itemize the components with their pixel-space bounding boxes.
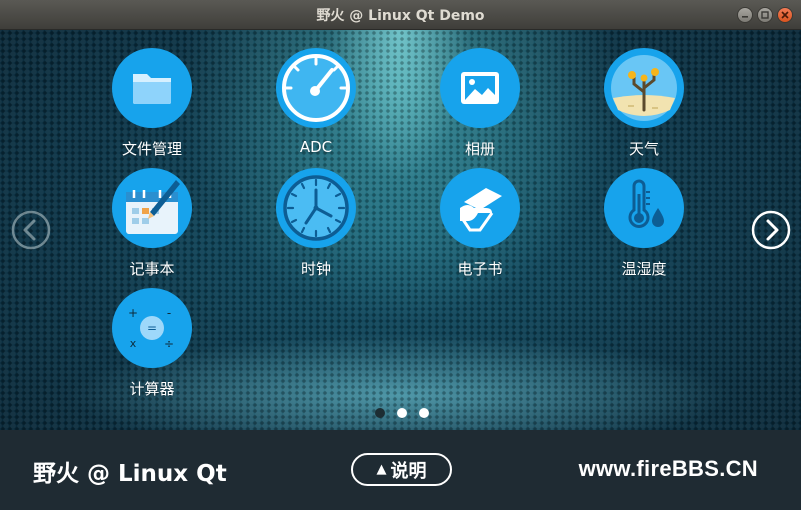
- app-tile-temperature-humidity[interactable]: 温湿度: [584, 168, 704, 279]
- app-tile-notepad[interactable]: 记事本: [92, 168, 212, 279]
- help-button-label: 说明: [390, 460, 427, 482]
- window-controls: [737, 7, 793, 23]
- maximize-icon: [761, 11, 769, 19]
- app-tile-file-manager[interactable]: 文件管理: [92, 48, 212, 159]
- page-dot-3[interactable]: [419, 408, 429, 418]
- app-label: 记事本: [129, 260, 175, 278]
- footer-brand-text: 野火 @ Linux Qt: [33, 461, 227, 487]
- ebook-icon: [440, 168, 520, 248]
- svg-text:-: -: [167, 306, 171, 320]
- app-label: 文件管理: [121, 140, 182, 158]
- photo-icon: [440, 48, 520, 128]
- app-label: 温湿度: [621, 260, 667, 278]
- clock-icon: [276, 168, 356, 248]
- app-label: 时钟: [300, 260, 331, 278]
- notepad-icon: [112, 168, 192, 248]
- app-tile-adc[interactable]: ADC: [256, 48, 376, 156]
- app-tile-weather[interactable]: 天气: [584, 48, 704, 159]
- svg-text:+: +: [128, 306, 138, 320]
- app-label: 计算器: [129, 380, 175, 398]
- close-button[interactable]: [777, 7, 793, 23]
- svg-text:x: x: [130, 337, 137, 350]
- app-label: 电子书: [457, 260, 503, 278]
- svg-text:=: =: [147, 321, 157, 335]
- gauge-icon: [276, 48, 356, 128]
- app-label: 天气: [628, 140, 659, 158]
- page-dot-1[interactable]: [375, 408, 385, 418]
- next-page-arrow-icon[interactable]: [751, 210, 791, 250]
- app-tile-calculator[interactable]: = + - x ÷ 计算器: [92, 288, 212, 399]
- svg-text:÷: ÷: [164, 337, 174, 351]
- weather-icon: [604, 48, 684, 128]
- folder-icon: [112, 48, 192, 128]
- app-label: 相册: [464, 140, 495, 158]
- close-icon: [781, 11, 789, 19]
- app-tile-clock[interactable]: 时钟: [256, 168, 376, 279]
- calculator-icon: = + - x ÷: [112, 288, 192, 368]
- prev-page-arrow-icon[interactable]: [11, 210, 51, 250]
- thermometer-icon: [604, 168, 684, 248]
- app-tile-ebook[interactable]: 电子书: [420, 168, 540, 279]
- help-button[interactable]: ▲ 说明: [351, 453, 452, 486]
- minimize-icon: [742, 16, 748, 18]
- page-dot-2[interactable]: [397, 408, 407, 418]
- footer-bar: 野火 @ Linux Qt ▲ 说明 www.fireBBS.CN: [0, 430, 801, 510]
- app-label: ADC: [299, 138, 333, 156]
- app-launcher: 文件管理 ADC 相册 天气 记事本 时钟 电子书 温湿度 = + - x ÷ …: [0, 30, 801, 430]
- triangle-up-icon: ▲: [376, 462, 387, 477]
- window-title: 野火 @ Linux Qt Demo: [316, 7, 485, 24]
- footer-website-text: www.fireBBS.CN: [578, 456, 758, 481]
- page-indicator: [375, 408, 429, 418]
- window-titlebar: 野火 @ Linux Qt Demo: [0, 0, 801, 30]
- minimize-button[interactable]: [737, 7, 753, 23]
- app-tile-gallery[interactable]: 相册: [420, 48, 540, 159]
- maximize-button[interactable]: [757, 7, 773, 23]
